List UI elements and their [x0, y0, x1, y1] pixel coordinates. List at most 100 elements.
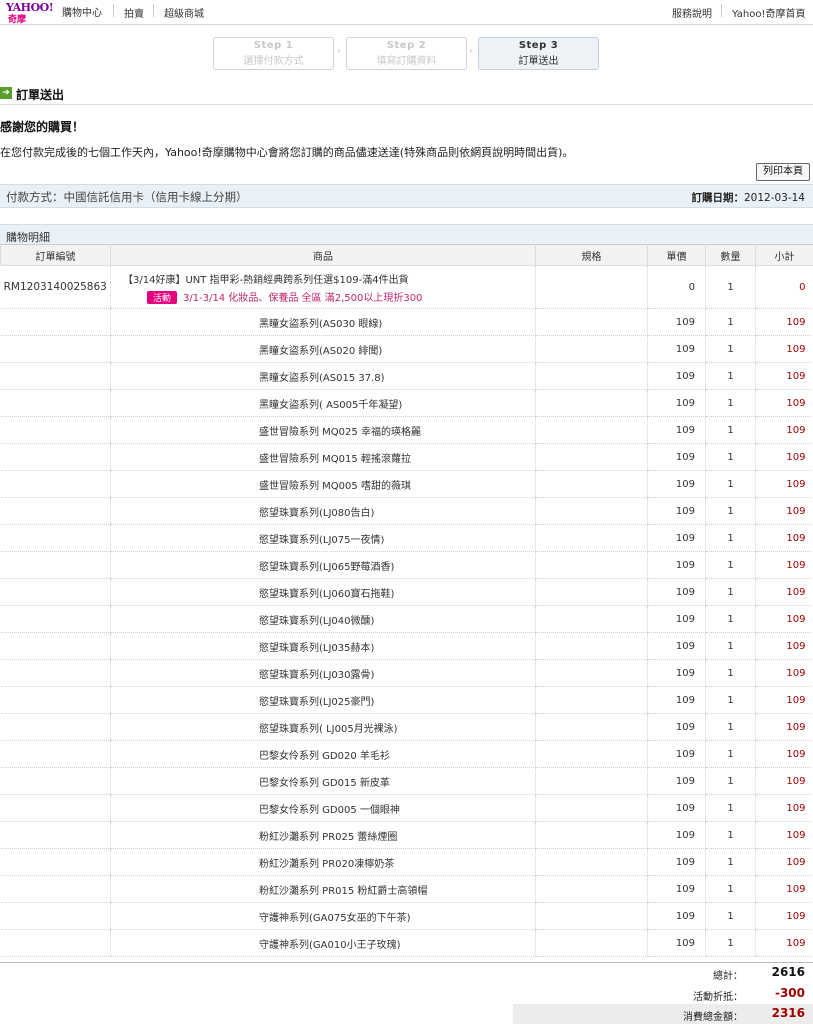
main-item-name[interactable]: 【3/14好康】UNT 指甲彩-熱銷經典跨系列任選$109-滿4件出貨	[123, 275, 409, 286]
spec-cell	[535, 767, 648, 795]
step-3: Step 3 訂單送出	[478, 37, 599, 70]
qty-cell: 1	[705, 929, 756, 957]
total-value: 2616	[771, 965, 805, 979]
product-name[interactable]: 慾望珠寶系列(LJ080告白)	[110, 497, 536, 525]
subtotal-cell: 109	[755, 821, 813, 849]
product-name[interactable]: 盛世冒險系列 MQ005 嗜甜的薇琪	[110, 470, 536, 498]
grand-total-value: 2316	[771, 1006, 805, 1020]
table-row: 黑瞳女盜系列(AS020 緋聞) 109 1 109	[0, 335, 813, 363]
subtotal-cell: 109	[755, 902, 813, 930]
product-name[interactable]: 盛世冒險系列 MQ025 幸福的瑛格麗	[110, 416, 536, 444]
product-name[interactable]: 盛世冒險系列 MQ015 輕搖滾蘿拉	[110, 443, 536, 471]
promo-text[interactable]: 3/1-3/14 化妝品、保養品 全區 滿2,500以上現折300	[183, 293, 422, 304]
spec-cell	[535, 875, 648, 903]
product-name[interactable]: 慾望珠寶系列(LJ025豪門)	[110, 686, 536, 714]
price-cell: 109	[647, 443, 706, 471]
product-name[interactable]: 慾望珠寶系列(LJ030露骨)	[110, 659, 536, 687]
yahoo-logo[interactable]: YAHOO! 奇摩	[6, 1, 62, 25]
product-name[interactable]: 巴黎女伶系列 GD015 新皮革	[110, 767, 536, 795]
qty-cell: 1	[705, 308, 756, 336]
order-items-table: 訂單編號 商品 規格 單價 數量 小計 RM1203140025863 【3/1…	[0, 244, 813, 957]
subtotal-cell: 109	[755, 524, 813, 552]
product-name[interactable]: 慾望珠寶系列(LJ035赫本)	[110, 632, 536, 660]
qty-cell: 1	[705, 767, 756, 795]
order-number-cell	[0, 767, 111, 795]
product-name[interactable]: 慾望珠寶系列(LJ075一夜情)	[110, 524, 536, 552]
qty-cell: 1	[705, 389, 756, 417]
grand-total-label: 消費總金額：	[683, 1012, 743, 1023]
subtotal-cell: 109	[755, 713, 813, 741]
table-row: 慾望珠寶系列(LJ065野莓酒香) 109 1 109	[0, 551, 813, 579]
step-1: Step 1 選擇付款方式	[213, 37, 334, 70]
price-cell: 109	[647, 551, 706, 579]
subtotal-cell: 109	[755, 578, 813, 606]
price-cell: 109	[647, 848, 706, 876]
product-name[interactable]: 慾望珠寶系列(LJ065野莓酒香)	[110, 551, 536, 579]
product-name[interactable]: 黑瞳女盜系列(AS020 緋聞)	[110, 335, 536, 363]
nav-mall-link[interactable]: 超級商城	[164, 5, 204, 20]
subtotal-cell: 109	[755, 875, 813, 903]
nav-auction-link[interactable]: 拍賣	[124, 5, 144, 20]
shop-center-link[interactable]: 購物中心	[62, 4, 102, 19]
spec-cell	[535, 470, 648, 498]
product-name[interactable]: 慾望珠寶系列(LJ060寶石拖鞋)	[110, 578, 536, 606]
subtotal-cell: 0	[755, 265, 813, 309]
spec-cell	[535, 929, 648, 957]
qty-cell: 1	[705, 416, 756, 444]
order-number-cell	[0, 659, 111, 687]
subtotal-cell: 109	[755, 632, 813, 660]
totals-section: 總計： 2616 活動折抵： -300 消費總金額： 2316	[0, 962, 813, 1024]
table-row: 巴黎女伶系列 GD015 新皮革 109 1 109	[0, 767, 813, 795]
nav-help-link[interactable]: 服務說明	[672, 5, 712, 20]
order-number-cell	[0, 362, 111, 390]
product-name[interactable]: 慾望珠寶系列(LJ040微醺)	[110, 605, 536, 633]
table-row: 巴黎女伶系列 GD020 羊毛衫 109 1 109	[0, 740, 813, 768]
price-cell: 109	[647, 632, 706, 660]
order-number-cell	[0, 929, 111, 957]
product-name[interactable]: 黑瞳女盜系列(AS030 眼線)	[110, 308, 536, 336]
nav-home-link[interactable]: Yahoo!奇摩首頁	[732, 5, 805, 20]
promo-tag: 活動	[147, 290, 178, 304]
product-name[interactable]: 黑瞳女盜系列(AS015 37.8)	[110, 362, 536, 390]
table-row: 慾望珠寶系列(LJ040微醺) 109 1 109	[0, 605, 813, 633]
product-name[interactable]: 守護神系列(GA075女巫的下午茶)	[110, 902, 536, 930]
order-number-cell	[0, 578, 111, 606]
product-name[interactable]: 粉紅沙灘系列 PR020凍檸奶茶	[110, 848, 536, 876]
table-row: 巴黎女伶系列 GD005 一個眼神 109 1 109	[0, 794, 813, 822]
price-cell: 109	[647, 335, 706, 363]
product-name[interactable]: 守護神系列(GA010小王子玫瑰)	[110, 929, 536, 957]
spec-cell	[535, 848, 648, 876]
qty-cell: 1	[705, 362, 756, 390]
subtotal-cell: 109	[755, 605, 813, 633]
product-name[interactable]: 粉紅沙灘系列 PR015 粉紅爵士高領帽	[110, 875, 536, 903]
price-cell: 109	[647, 875, 706, 903]
price-cell: 109	[647, 416, 706, 444]
order-number-cell	[0, 443, 111, 471]
product-name[interactable]: 慾望珠寶系列( LJ005月光裸泳)	[110, 713, 536, 741]
product-name[interactable]: 粉紅沙灘系列 PR025 蕾絲煙圈	[110, 821, 536, 849]
price-cell: 109	[647, 389, 706, 417]
table-row: 黑瞳女盜系列(AS030 眼線) 109 1 109	[0, 308, 813, 336]
order-number-cell	[0, 416, 111, 444]
subtotal-cell: 109	[755, 443, 813, 471]
table-row: 黑瞳女盜系列(AS015 37.8) 109 1 109	[0, 362, 813, 390]
print-button[interactable]: 列印本頁	[756, 163, 810, 181]
payment-bar: 付款方式：中國信託信用卡（信用卡線上分期） 訂購日期：2012-03-14	[0, 184, 813, 208]
table-row: 慾望珠寶系列(LJ030露骨) 109 1 109	[0, 659, 813, 687]
qty-cell: 1	[705, 902, 756, 930]
table-row: 黑瞳女盜系列( AS005千年凝望) 109 1 109	[0, 389, 813, 417]
step-label: 選擇付款方式	[243, 56, 304, 67]
subtotal-cell: 109	[755, 416, 813, 444]
grand-total-row: 消費總金額： 2316	[513, 1004, 813, 1024]
product-name[interactable]: 巴黎女伶系列 GD005 一個眼神	[110, 794, 536, 822]
product-name[interactable]: 黑瞳女盜系列( AS005千年凝望)	[110, 389, 536, 417]
spec-cell	[535, 524, 648, 552]
order-number-cell	[0, 335, 111, 363]
price-cell: 109	[647, 524, 706, 552]
product-name[interactable]: 巴黎女伶系列 GD020 羊毛衫	[110, 740, 536, 768]
step-label: 訂單送出	[518, 56, 559, 67]
price-cell: 109	[647, 470, 706, 498]
qty-cell: 1	[705, 443, 756, 471]
chevron-right-icon: ›	[337, 46, 341, 57]
spec-cell	[535, 740, 648, 768]
